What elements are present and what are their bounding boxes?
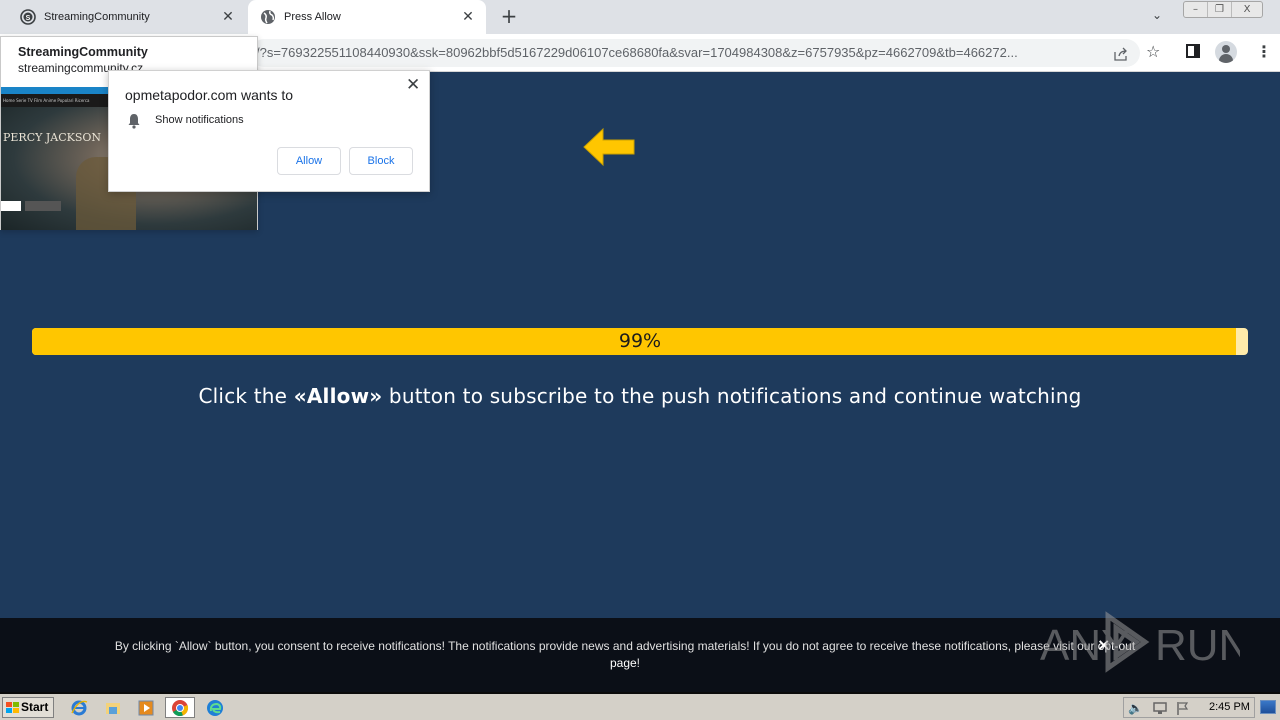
chrome-icon[interactable] — [165, 697, 195, 718]
block-button[interactable]: Block — [349, 147, 413, 175]
close-icon[interactable]: ✕ — [406, 75, 420, 95]
edge-icon[interactable] — [204, 697, 226, 718]
action-center-flag-icon[interactable] — [1176, 701, 1190, 718]
page-headline: Click the «Allow» button to subscribe to… — [0, 384, 1280, 408]
consent-text-main: By clicking `Allow` button, you consent … — [114, 639, 1098, 653]
profile-avatar-icon[interactable] — [1215, 41, 1237, 63]
start-label: Start — [21, 700, 49, 714]
consent-text-end: ! — [636, 656, 641, 670]
headline-allow: «Allow» — [293, 384, 383, 408]
restore-button[interactable]: ❐ — [1208, 2, 1232, 17]
streamingcommunity-favicon: S — [20, 9, 36, 25]
tab-close-icon[interactable]: ✕ — [220, 9, 236, 25]
preview-logo: PERCY JACKSON — [3, 131, 102, 144]
tab-press-allow[interactable]: Press Allow ✕ — [248, 0, 486, 34]
close-window-button[interactable]: X — [1232, 2, 1262, 17]
hover-card-title: StreamingCommunity — [18, 45, 148, 59]
tab-search-chevron-icon[interactable]: ⌄ — [1152, 8, 1162, 22]
tab-strip: S StreamingCommunity ✕ Press Allow ✕ + ⌄… — [0, 0, 1280, 34]
file-explorer-icon[interactable] — [102, 697, 124, 718]
tab-streamingcommunity[interactable]: S StreamingCommunity ✕ — [8, 0, 246, 34]
prompt-title: opmetapodor.com wants to — [125, 87, 294, 103]
notification-permission-prompt: opmetapodor.com wants to ✕ Show notifica… — [108, 70, 430, 192]
media-player-icon[interactable] — [135, 697, 157, 718]
arrow-left-icon — [583, 127, 635, 167]
progress-bar: 99% — [32, 328, 1248, 355]
globe-icon — [260, 9, 276, 25]
svg-text:S: S — [26, 15, 31, 22]
share-icon[interactable] — [1113, 47, 1129, 65]
permission-label: Show notifications — [155, 114, 244, 126]
windows-flag-icon — [6, 702, 19, 713]
headline-suffix: button to subscribe to the push notifica… — [382, 384, 1082, 408]
side-panel-icon[interactable] — [1186, 44, 1200, 62]
internet-explorer-icon[interactable] — [68, 697, 90, 718]
bookmark-star-icon[interactable]: ☆ — [1146, 42, 1160, 61]
network-icon[interactable] — [1152, 701, 1168, 718]
progress-percent-label: 99% — [618, 330, 662, 352]
address-bar[interactable]: /?s=769322551108440930&ssk=80962bbf5d516… — [250, 39, 1140, 67]
anyrun-watermark: ANY RUN — [1040, 611, 1240, 673]
tab-title: StreamingCommunity — [44, 11, 150, 23]
start-button[interactable]: Start — [2, 697, 54, 718]
system-tray: 🔈 2:45 PM — [1123, 697, 1255, 718]
watermark-text-right: RUN — [1155, 621, 1240, 670]
allow-button[interactable]: Allow — [277, 147, 341, 175]
minimize-button[interactable]: – — [1184, 2, 1208, 17]
new-tab-button[interactable]: + — [499, 6, 519, 27]
system-clock[interactable]: 2:45 PM — [1209, 701, 1250, 713]
consent-text: By clicking `Allow` button, you consent … — [100, 638, 1150, 672]
menu-kebab-icon[interactable]: ⋮ — [1256, 42, 1272, 61]
url-text[interactable]: /?s=769322551108440930&ssk=80962bbf5d516… — [256, 45, 1106, 60]
tab-title: Press Allow — [284, 11, 341, 23]
headline-prefix: Click the — [198, 384, 294, 408]
show-desktop-button[interactable] — [1260, 700, 1276, 714]
window-controls: – ❐ X — [1183, 1, 1263, 18]
bell-icon — [128, 114, 140, 129]
taskbar: Start 🔈 2:45 PM — [0, 692, 1280, 720]
volume-icon[interactable]: 🔈 — [1128, 701, 1143, 715]
tab-close-icon[interactable]: ✕ — [460, 9, 476, 25]
